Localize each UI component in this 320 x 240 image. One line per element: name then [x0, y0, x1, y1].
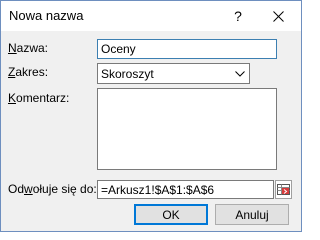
- refers-to-field[interactable]: =Arkusz1!$A$1:$A$6: [97, 180, 274, 199]
- help-button[interactable]: ?: [221, 1, 255, 31]
- title-bar: Nowa nazwa ?: [1, 1, 301, 31]
- name-label: Nazwa:: [8, 41, 49, 55]
- ok-button[interactable]: OK: [134, 204, 208, 225]
- new-name-dialog: Nowa nazwa ? Nazwa: Oceny Zakres: Skoros…: [0, 0, 302, 232]
- refers-to-label: Odwołuje się do:: [8, 182, 97, 196]
- close-button[interactable]: [261, 1, 295, 31]
- name-value: Oceny: [101, 42, 136, 56]
- name-field[interactable]: Oceny: [97, 39, 277, 59]
- range-select-button[interactable]: [275, 180, 292, 199]
- dialog-title: Nowa nazwa: [9, 8, 84, 23]
- comment-textarea[interactable]: [97, 88, 277, 170]
- scope-label: Zakres:: [8, 65, 49, 79]
- cancel-button[interactable]: Anuluj: [215, 204, 289, 225]
- range-select-icon: [277, 184, 290, 195]
- comment-label: Komentarz:: [8, 91, 70, 105]
- chevron-down-icon: [231, 64, 249, 83]
- scope-value: Skoroszyt: [101, 66, 154, 81]
- refers-to-value: =Arkusz1!$A$1:$A$6: [101, 182, 215, 197]
- scope-select[interactable]: Skoroszyt: [97, 63, 250, 84]
- close-icon: [272, 10, 284, 22]
